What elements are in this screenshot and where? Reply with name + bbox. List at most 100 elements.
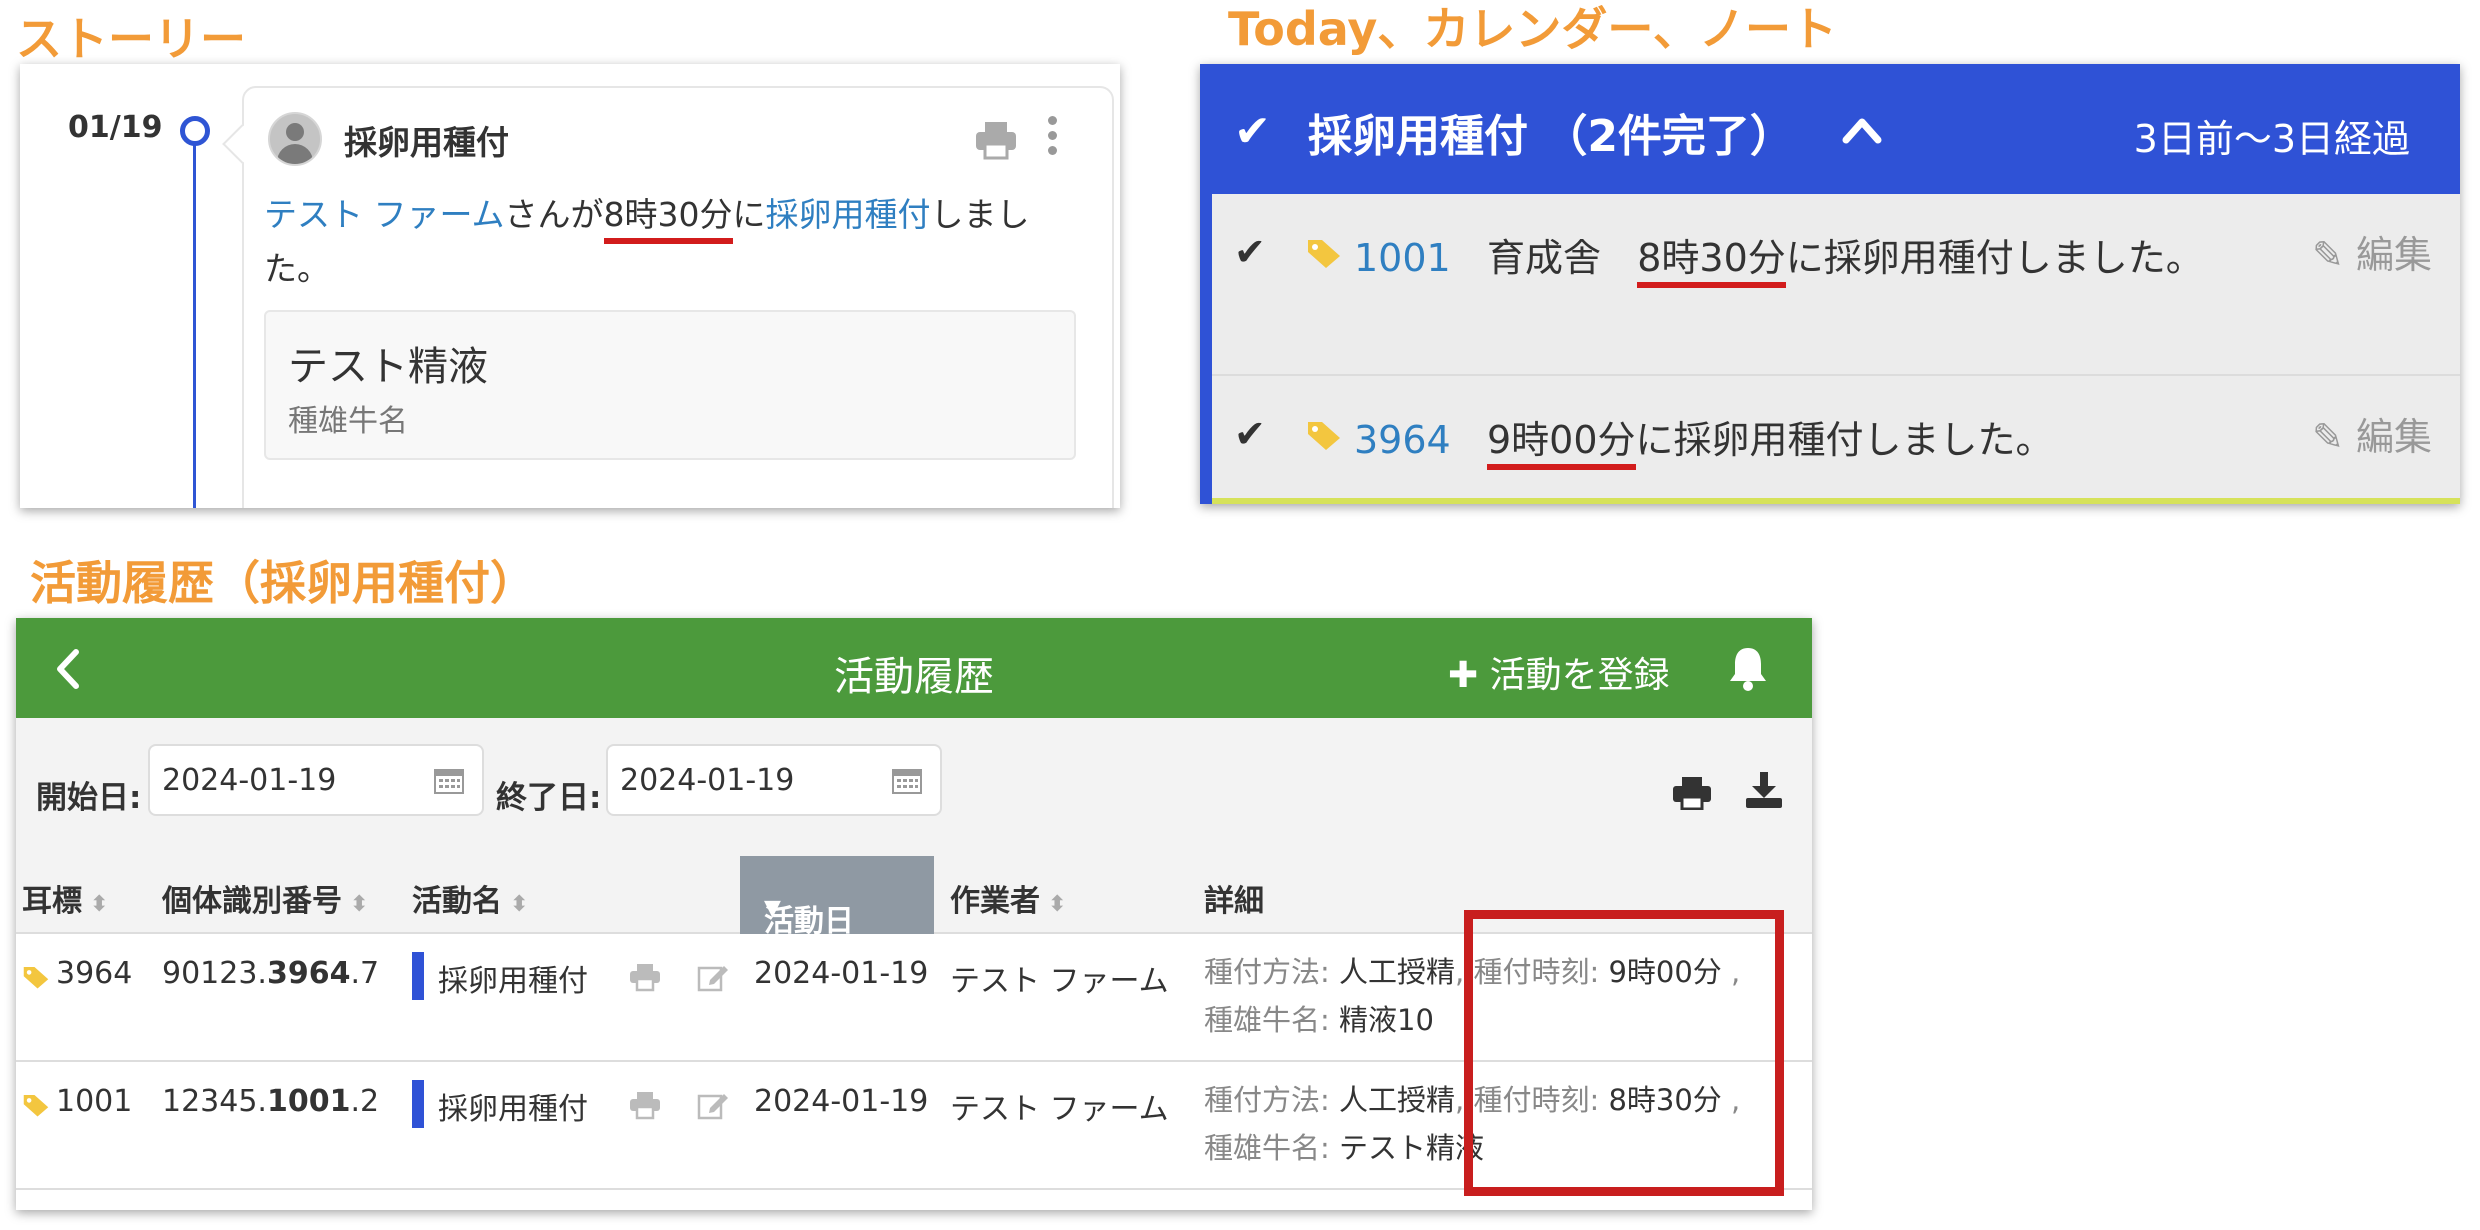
plus-icon: ✚ bbox=[1448, 655, 1479, 696]
semen-name: テスト精液 bbox=[288, 344, 488, 390]
today-task-row: ✔ 3964 9時00分に採卵用種付しました。 ✎ 編集 bbox=[1212, 376, 2460, 498]
print-icon[interactable] bbox=[628, 1090, 662, 1120]
edit-button[interactable]: ✎ 編集 bbox=[2312, 406, 2432, 461]
column-activity[interactable]: 活動名 ⬍ bbox=[412, 876, 528, 920]
sort-icon: ⬍ bbox=[1048, 892, 1067, 917]
activity-name: 採卵用種付 bbox=[438, 964, 588, 999]
bell-icon[interactable] bbox=[1726, 644, 1770, 692]
edit-icon[interactable] bbox=[696, 1090, 730, 1120]
today-section-label: Today、カレンダー、ノート bbox=[1228, 2, 1837, 56]
task-text: に採卵用種付しました。 bbox=[1785, 236, 2204, 280]
tag-icon bbox=[23, 967, 49, 989]
timeline-dot bbox=[180, 116, 210, 146]
worker-link[interactable]: テスト ファーム bbox=[950, 956, 1169, 1000]
column-worker-label: 作業者 bbox=[950, 884, 1040, 919]
story-time: 8時30分 bbox=[603, 195, 733, 244]
activity-link[interactable]: 採卵用種付 bbox=[766, 195, 931, 234]
edit-icon: ✎ bbox=[2312, 233, 2344, 277]
sort-desc-icon: ▼ bbox=[764, 896, 781, 921]
ear-tag-link[interactable]: 1001 bbox=[1354, 236, 1451, 280]
calendar-icon[interactable] bbox=[892, 766, 922, 794]
activity-color-bar bbox=[412, 952, 424, 1000]
edit-label: 編集 bbox=[2355, 415, 2432, 459]
id-prefix: 12345. bbox=[162, 1084, 267, 1119]
print-icon[interactable] bbox=[628, 962, 662, 992]
semen-label: 種雄牛名 bbox=[288, 404, 408, 439]
detail-bull-value: 精液10 bbox=[1339, 1003, 1434, 1037]
tag-icon bbox=[1308, 240, 1340, 268]
avatar-body bbox=[277, 144, 313, 164]
calendar-icon[interactable] bbox=[434, 766, 464, 794]
semen-info-box: テスト精液 種雄牛名 bbox=[264, 310, 1076, 460]
activity-name: 採卵用種付 bbox=[438, 1092, 588, 1127]
activity-date: 2024-01-19 bbox=[754, 956, 929, 991]
detail-bull-value: テスト精液 bbox=[1339, 1131, 1485, 1165]
id-number-link[interactable]: 90123.3964.7 bbox=[162, 956, 379, 991]
story-text-san: さんが bbox=[504, 195, 604, 234]
today-task-text: 1001 育成舎 8時30分に採卵用種付しました。 bbox=[1354, 222, 2284, 294]
id-bold: 1001 bbox=[266, 1084, 351, 1119]
detail-method-key: 種付方法: bbox=[1204, 1083, 1330, 1117]
edit-icon[interactable] bbox=[696, 962, 730, 992]
column-ear-tag[interactable]: 耳標 ⬍ bbox=[22, 876, 108, 920]
today-header[interactable]: ✔ 採卵用種付 （2件完了） 3日前〜3日経過 bbox=[1200, 64, 2460, 194]
print-icon[interactable] bbox=[1672, 776, 1712, 810]
story-text-ni: に bbox=[732, 195, 766, 234]
task-text: に採卵用種付しました。 bbox=[1635, 418, 2054, 462]
avatar bbox=[268, 112, 322, 166]
check-icon: ✔ bbox=[1234, 106, 1271, 157]
today-panel: ✔ 採卵用種付 （2件完了） 3日前〜3日経過 ✔ 1001 育成舎 8時30分… bbox=[1200, 64, 2460, 504]
task-time: 9時00分 bbox=[1486, 418, 1636, 470]
story-panel: 01/19 採卵用種付 テスト ファームさんが8時30分に採卵用種付しました。 … bbox=[20, 64, 1120, 508]
print-icon[interactable] bbox=[974, 120, 1018, 160]
ear-tag-link[interactable]: 1001 bbox=[56, 1084, 132, 1119]
today-left-accent bbox=[1200, 194, 1212, 504]
sort-icon: ⬍ bbox=[350, 892, 369, 917]
column-id-number-label: 個体識別番号 bbox=[162, 884, 342, 919]
elapsed-text: 3日前〜3日経過 bbox=[2133, 117, 2410, 161]
detail-bull-key: 種雄牛名: bbox=[1204, 1003, 1330, 1037]
sort-icon: ⬍ bbox=[90, 892, 109, 917]
farm-link[interactable]: テスト ファーム bbox=[264, 195, 505, 234]
story-card-title: 採卵用種付 bbox=[344, 123, 509, 162]
avatar-head bbox=[286, 123, 304, 141]
column-worker[interactable]: 作業者 ⬍ bbox=[950, 876, 1066, 920]
start-date-label: 開始日: bbox=[36, 780, 142, 816]
barn-name: 育成舎 bbox=[1486, 236, 1601, 280]
add-activity-button[interactable]: ✚ 活動を登録 bbox=[1448, 646, 1670, 698]
id-bold: 3964 bbox=[266, 956, 351, 991]
check-icon: ✔ bbox=[1234, 412, 1266, 456]
detail-method-value: 人工授精 bbox=[1339, 955, 1456, 989]
ear-tag-link[interactable]: 3964 bbox=[1354, 418, 1451, 462]
add-activity-label: 活動を登録 bbox=[1489, 655, 1670, 696]
column-id-number[interactable]: 個体識別番号 ⬍ bbox=[162, 876, 368, 920]
download-icon[interactable] bbox=[1744, 770, 1784, 810]
today-task-row: ✔ 1001 育成舎 8時30分に採卵用種付しました。 ✎ 編集 bbox=[1212, 194, 2460, 376]
story-section-label: ストーリー bbox=[16, 12, 246, 66]
tag-icon bbox=[23, 1095, 49, 1117]
check-icon: ✔ bbox=[1234, 230, 1266, 274]
activity-date: 2024-01-19 bbox=[754, 1084, 929, 1119]
history-section-label: 活動履歴（採卵用種付） bbox=[30, 556, 536, 610]
highlight-box bbox=[1464, 910, 1784, 1196]
task-time: 8時30分 bbox=[1637, 236, 1786, 288]
story-date: 01/19 bbox=[68, 110, 163, 145]
today-header-title: 採卵用種付 （2件完了） bbox=[1308, 111, 1794, 162]
column-date[interactable]: 活動日 ▼ bbox=[740, 856, 934, 939]
edit-label: 編集 bbox=[2355, 233, 2432, 277]
edit-button[interactable]: ✎ 編集 bbox=[2312, 224, 2432, 279]
id-number-link[interactable]: 12345.1001.2 bbox=[162, 1084, 379, 1119]
worker-link[interactable]: テスト ファーム bbox=[950, 1084, 1169, 1128]
activity-color-bar bbox=[412, 1080, 424, 1128]
end-date-label: 終了日: bbox=[496, 780, 602, 816]
sort-icon: ⬍ bbox=[510, 892, 529, 917]
more-vertical-icon[interactable] bbox=[1044, 116, 1060, 162]
ear-tag-link[interactable]: 3964 bbox=[56, 956, 132, 991]
story-message: テスト ファームさんが8時30分に採卵用種付しました。 bbox=[264, 188, 1084, 296]
id-suffix: .7 bbox=[350, 956, 380, 991]
chevron-up-icon[interactable] bbox=[1840, 110, 1884, 150]
edit-icon: ✎ bbox=[2312, 415, 2344, 459]
detail-method-value: 人工授精 bbox=[1339, 1083, 1456, 1117]
timeline-line bbox=[193, 144, 196, 508]
column-ear-tag-label: 耳標 bbox=[22, 884, 82, 919]
